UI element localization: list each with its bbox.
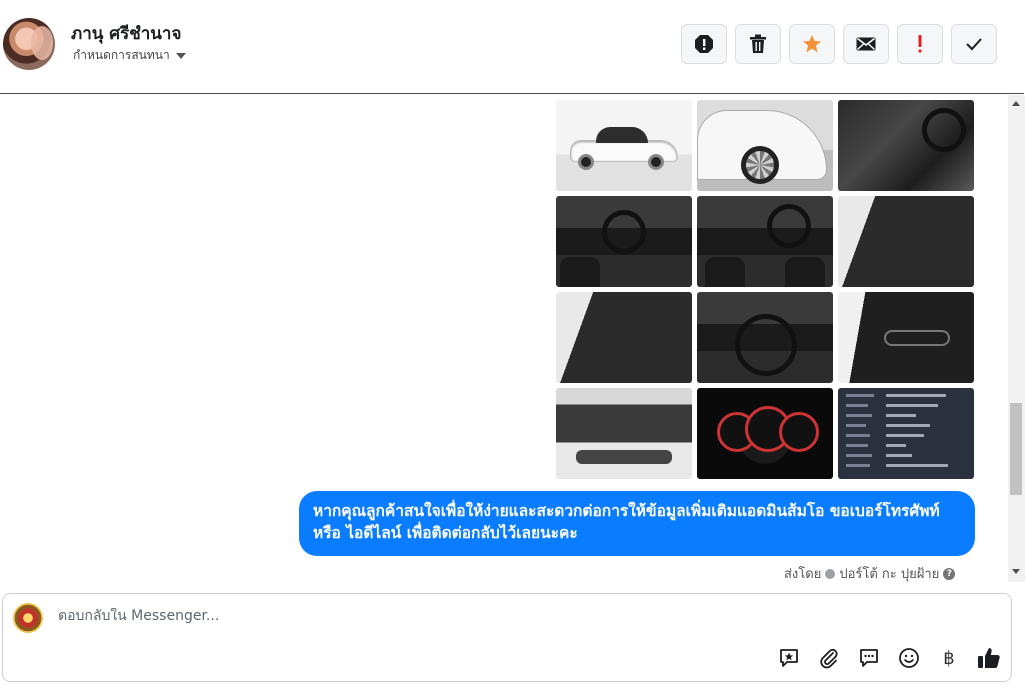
car-photo[interactable]: [838, 196, 974, 287]
conversation-settings-label: กำหนดการสนทนา: [73, 48, 170, 62]
car-photo[interactable]: [697, 100, 833, 191]
car-photo[interactable]: [556, 292, 692, 383]
contact-name[interactable]: ภานุ ศรีชำนาจ: [71, 20, 181, 47]
car-photo[interactable]: [697, 196, 833, 287]
saved-replies-button[interactable]: [777, 646, 801, 670]
sent-message-bubble[interactable]: หากคุณลูกค้าสนใจเพื่อให้ง่ายและสะดวกต่อก…: [299, 491, 975, 556]
conversation-header: ภานุ ศรีชำนาจ กำหนดการสนทนา: [0, 0, 1024, 94]
sent-by-prefix: ส่งโดย: [784, 567, 822, 582]
car-photo[interactable]: [838, 100, 974, 191]
important-icon: [918, 35, 922, 53]
baht-icon: ฿: [943, 647, 955, 669]
spam-icon: [695, 35, 713, 53]
star-icon: [803, 35, 821, 53]
smiley-icon: [899, 648, 919, 668]
sent-by-info: ส่งโดย ปอร์โต้ กะ ปุยฝ้าย ?: [784, 563, 956, 584]
trash-icon: [750, 34, 766, 53]
car-photo[interactable]: [556, 100, 692, 191]
thread-scrollbar[interactable]: [1008, 95, 1025, 582]
messenger-app: ภานุ ศรีชำนาจ กำหนดการสนทนา หากคุณลูกค้า…: [0, 0, 1028, 693]
paperclip-icon: [820, 648, 838, 669]
thumbs-up-icon: [978, 648, 1000, 668]
mark-unread-button[interactable]: [843, 24, 889, 64]
like-button[interactable]: [977, 646, 1001, 670]
scrollbar-thumb[interactable]: [1010, 403, 1022, 495]
star-button[interactable]: [789, 24, 835, 64]
car-photo[interactable]: [556, 388, 692, 479]
emoji-button[interactable]: [897, 646, 921, 670]
header-actions: [681, 24, 997, 64]
check-icon: [966, 38, 982, 51]
help-icon[interactable]: ?: [943, 567, 956, 580]
attach-file-button[interactable]: [817, 646, 841, 670]
saved-reply-icon: [780, 649, 798, 667]
delete-button[interactable]: [735, 24, 781, 64]
mark-important-button[interactable]: [897, 24, 943, 64]
car-photo[interactable]: [556, 196, 692, 287]
car-photo[interactable]: [838, 292, 974, 383]
conversation-settings-dropdown[interactable]: กำหนดการสนทนา: [73, 46, 186, 65]
car-photo[interactable]: [697, 292, 833, 383]
reply-composer: ฿: [2, 593, 1012, 682]
chevron-down-icon: [175, 52, 186, 59]
reply-input[interactable]: [58, 608, 758, 624]
contact-avatar[interactable]: [3, 18, 55, 70]
chat-bubble-icon: [860, 649, 878, 667]
page-avatar: [13, 603, 43, 633]
scroll-down-arrow-icon[interactable]: [1012, 569, 1020, 574]
quick-reply-button[interactable]: [857, 646, 881, 670]
sender-name: ปอร์โต้ กะ ปุยฝ้าย: [839, 567, 940, 582]
mail-icon: [856, 37, 876, 51]
payment-button[interactable]: ฿: [937, 646, 961, 670]
photo-attachment-grid: [556, 95, 976, 484]
mark-spam-button[interactable]: [681, 24, 727, 64]
mark-done-button[interactable]: [951, 24, 997, 64]
car-spec-photo[interactable]: [838, 388, 974, 479]
composer-tools: ฿: [777, 646, 1001, 670]
verified-icon: [825, 568, 836, 579]
scroll-up-arrow-icon[interactable]: [1012, 101, 1020, 106]
car-photo[interactable]: [697, 388, 833, 479]
